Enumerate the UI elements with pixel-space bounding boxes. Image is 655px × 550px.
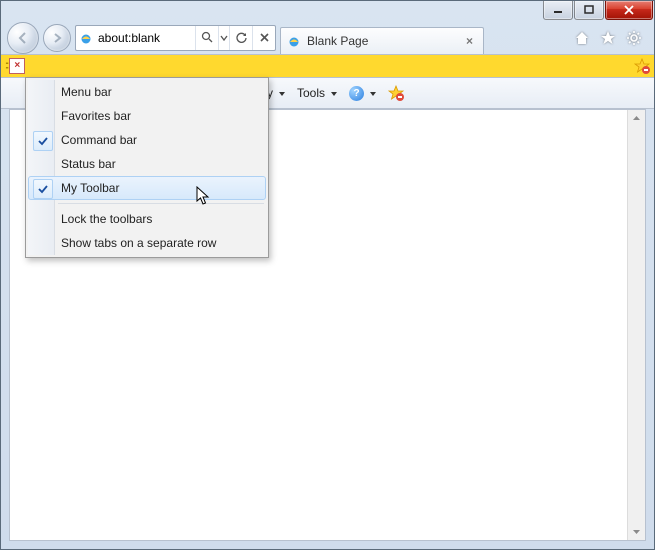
- menu-item-label: Command bar: [61, 133, 137, 147]
- toolbar-context-menu: Menu bar Favorites bar Command bar Statu…: [25, 77, 269, 258]
- blocked-status-icon[interactable]: [384, 83, 408, 103]
- menu-item-menu-bar[interactable]: Menu bar: [28, 80, 266, 104]
- minimize-button[interactable]: [543, 1, 573, 20]
- favorites-star-icon[interactable]: [600, 30, 616, 46]
- menu-item-tabs-separate-row[interactable]: Show tabs on a separate row: [28, 231, 266, 255]
- menu-item-label: Show tabs on a separate row: [61, 236, 216, 250]
- navigation-bar: Blank Page ×: [1, 21, 654, 54]
- toolbar-status-icon[interactable]: [634, 58, 650, 74]
- stop-icon[interactable]: [252, 26, 275, 50]
- maximize-button[interactable]: [574, 1, 604, 20]
- menu-item-label: Lock the toolbars: [61, 212, 152, 226]
- toolbar-gripper-icon[interactable]: ∶∶: [5, 59, 7, 73]
- address-input[interactable]: [96, 31, 195, 45]
- browser-tab[interactable]: Blank Page ×: [280, 27, 484, 54]
- ie-page-icon: [76, 31, 96, 45]
- home-icon[interactable]: [574, 30, 590, 46]
- menu-item-lock-toolbars[interactable]: Lock the toolbars: [28, 207, 266, 231]
- browser-window: Blank Page × ∶∶ × y: [0, 0, 655, 550]
- window-titlebar: [1, 1, 654, 21]
- menu-item-command-bar[interactable]: Command bar: [28, 128, 266, 152]
- check-icon: [33, 131, 53, 151]
- vertical-scrollbar[interactable]: [627, 110, 645, 540]
- scroll-down-arrow[interactable]: [628, 523, 645, 540]
- close-button[interactable]: [605, 1, 653, 20]
- menu-separator: [58, 203, 264, 204]
- refresh-icon[interactable]: [229, 26, 252, 50]
- scroll-up-arrow[interactable]: [628, 110, 645, 127]
- menu-item-label: My Toolbar: [61, 181, 119, 195]
- menu-item-label: Menu bar: [61, 85, 112, 99]
- tab-title: Blank Page: [307, 34, 456, 48]
- frame-tools: [574, 30, 648, 46]
- menu-item-status-bar[interactable]: Status bar: [28, 152, 266, 176]
- address-dropdown-icon[interactable]: [218, 26, 229, 50]
- menu-item-my-toolbar[interactable]: My Toolbar: [28, 176, 266, 200]
- toolbar-close-icon[interactable]: ×: [9, 58, 25, 74]
- help-icon: ?: [349, 86, 364, 101]
- menu-item-label: Favorites bar: [61, 109, 131, 123]
- tools-menu[interactable]: Tools: [293, 84, 341, 102]
- search-icon[interactable]: [195, 26, 218, 50]
- tab-close-icon[interactable]: ×: [462, 34, 477, 48]
- ie-page-icon: [287, 34, 301, 48]
- tools-gear-icon[interactable]: [626, 30, 642, 46]
- address-bar: [75, 25, 276, 51]
- forward-button[interactable]: [43, 24, 71, 52]
- menu-item-label: Status bar: [61, 157, 116, 171]
- custom-toolbar: ∶∶ ×: [1, 54, 654, 78]
- tools-menu-label: Tools: [297, 86, 325, 100]
- window-controls: [542, 1, 653, 20]
- check-icon: [33, 179, 53, 199]
- back-button[interactable]: [7, 22, 39, 54]
- menu-item-favorites-bar[interactable]: Favorites bar: [28, 104, 266, 128]
- help-menu[interactable]: ?: [345, 84, 380, 103]
